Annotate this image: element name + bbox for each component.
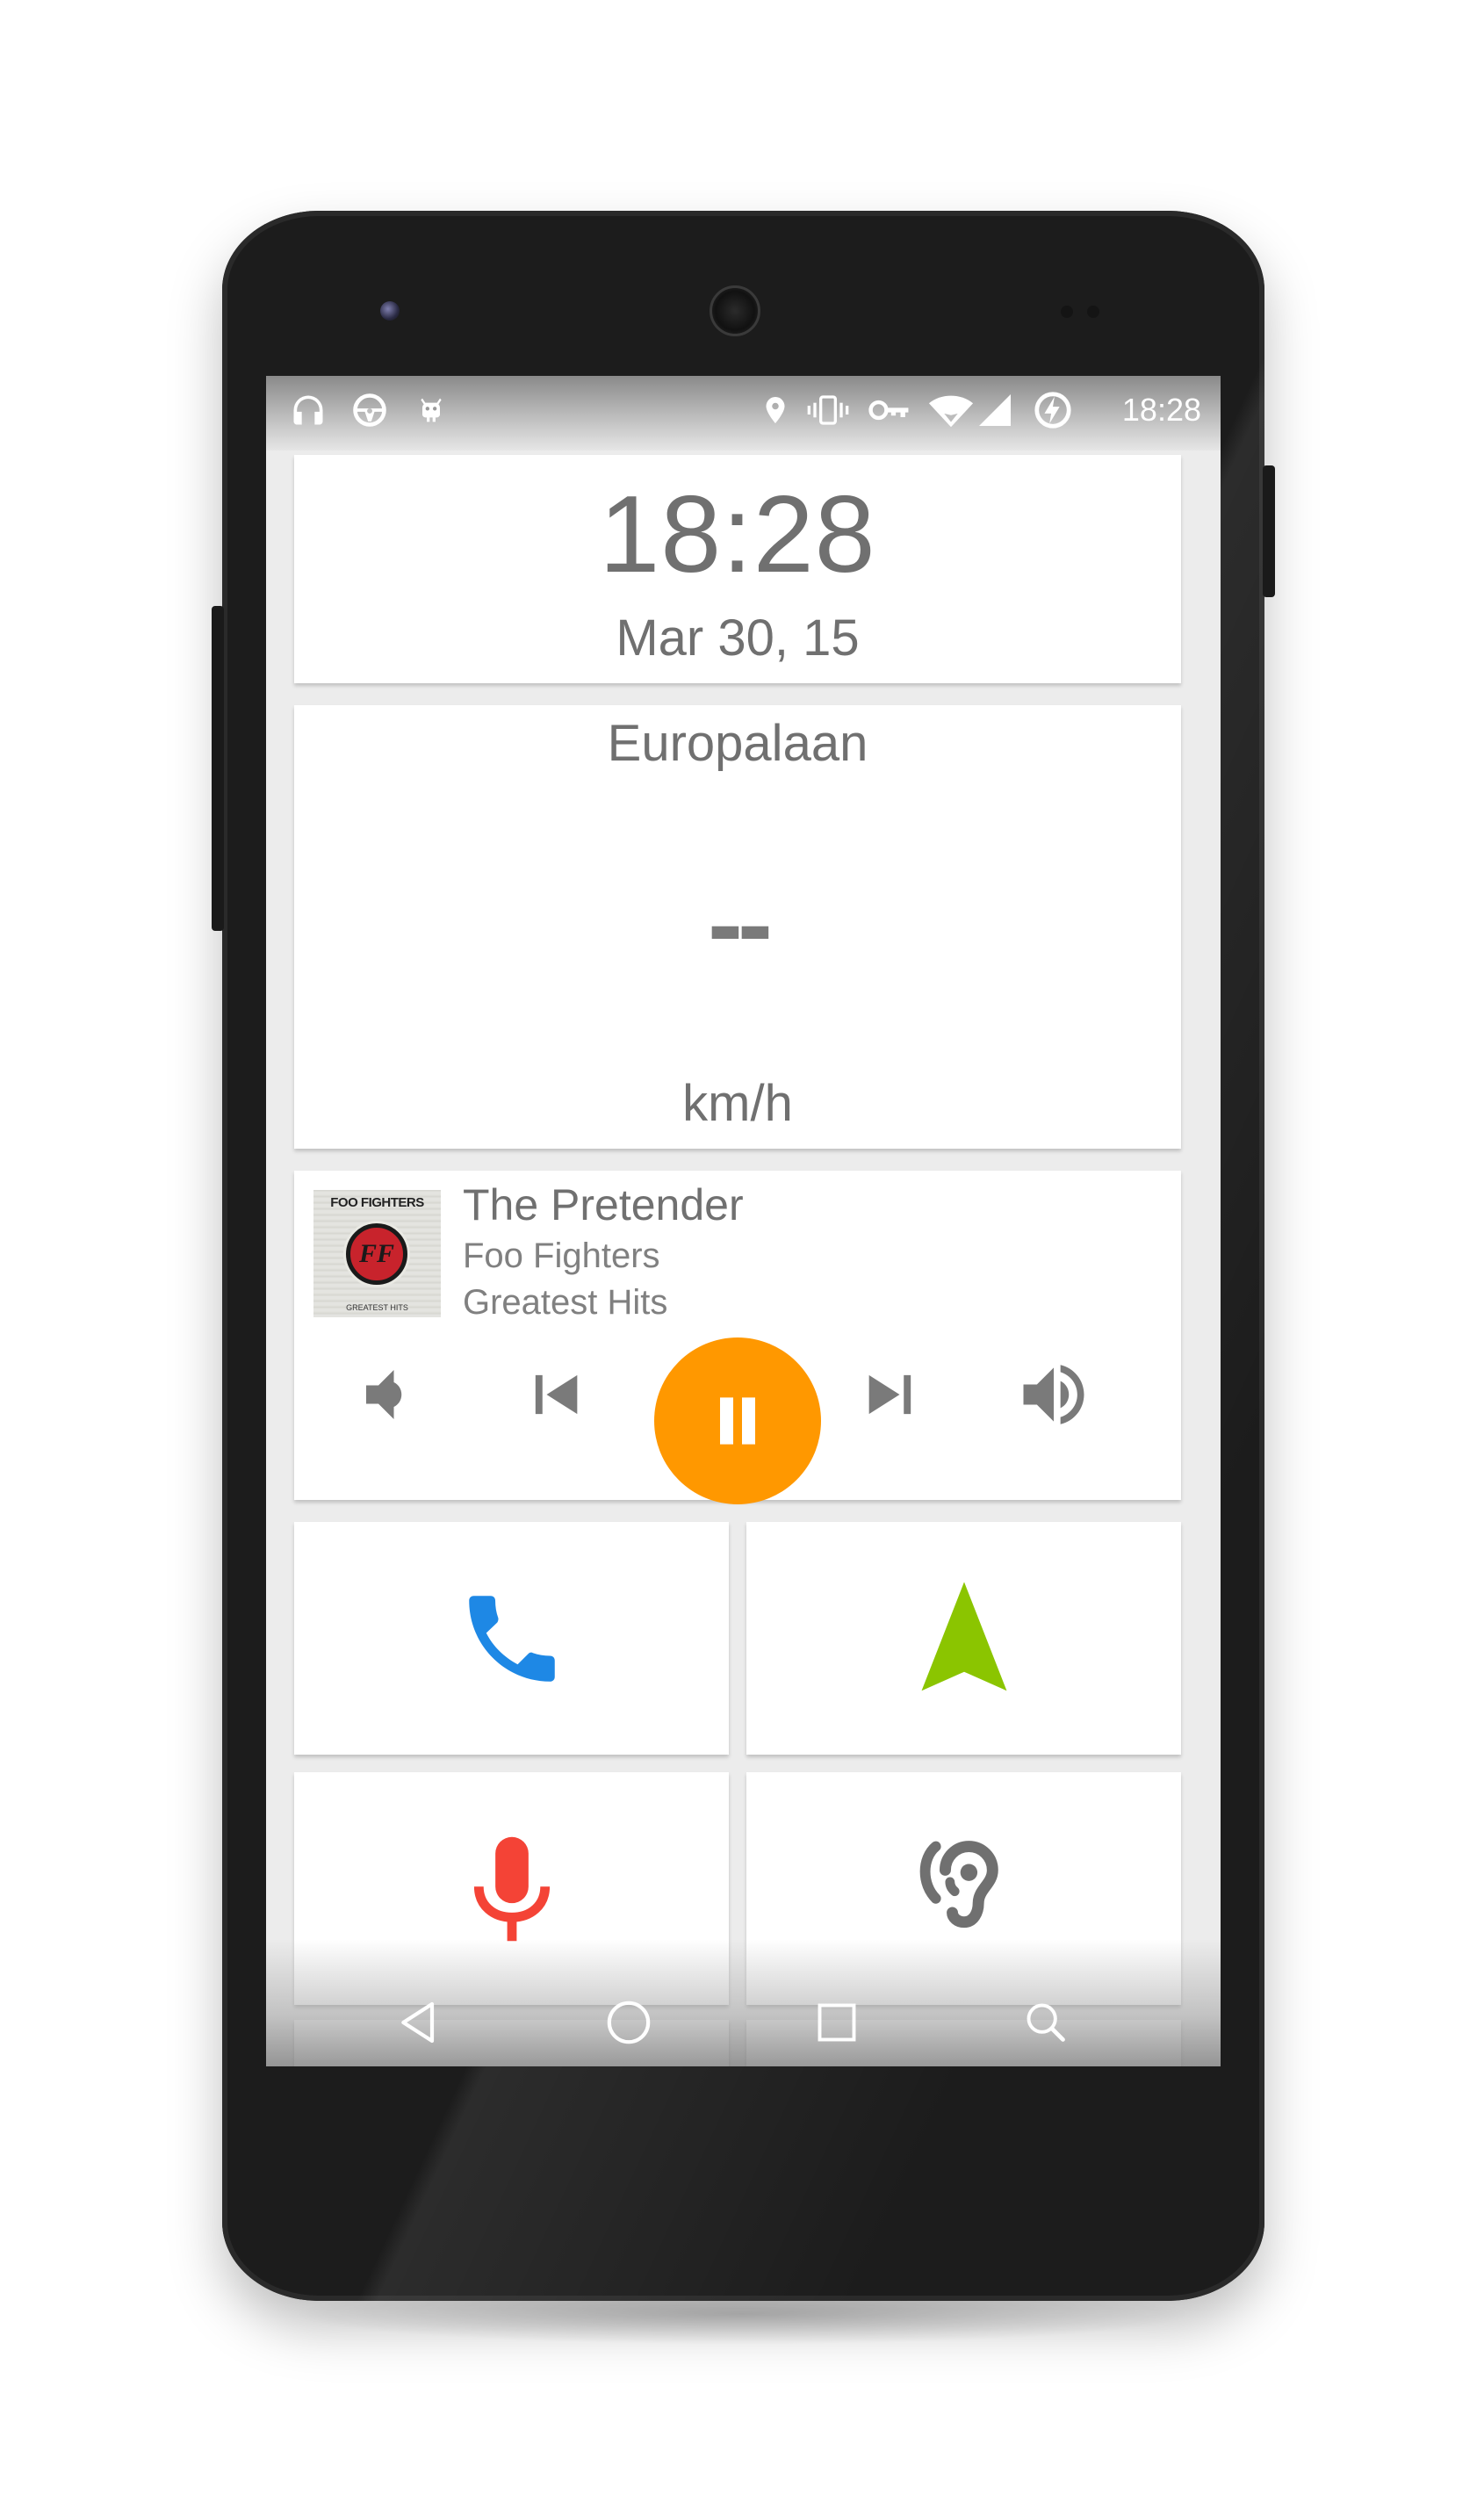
system-navigation-bar [266,1939,1221,2066]
volume-rocker [212,606,224,931]
phone-tile-icon-wrap [294,1522,729,1755]
previous-track-button[interactable] [502,1342,608,1447]
street-name: Europalaan [607,715,868,772]
vpn-key-icon [865,388,914,432]
play-pause-button[interactable] [654,1337,821,1504]
back-button[interactable] [380,1983,459,2062]
recents-button[interactable] [797,1983,876,2062]
phone-tile[interactable] [294,1522,729,1755]
album-art-logo-text: FF [358,1239,395,1268]
battery-charging-icon [1030,388,1076,432]
volume-down-icon [366,1370,402,1419]
clock-date: Mar 30, 15 [616,609,860,667]
home-icon [607,2001,651,2044]
clock-card[interactable]: 18:28 Mar 30, 15 [294,455,1181,683]
light-sensor [1087,306,1099,318]
wifi-icon [926,388,976,432]
vibrate-icon [803,388,853,432]
hearing-icon [919,1840,998,1928]
status-bar: 18:28 [266,376,1221,451]
front-camera [380,301,400,321]
track-album: Greatest Hits [463,1283,668,1322]
volume-up-button[interactable] [1001,1342,1106,1447]
track-artist: Foo Fighters [463,1236,660,1275]
album-art-subtitle: GREATEST HITS [346,1303,408,1312]
search-button[interactable] [1006,1983,1085,2062]
search-icon [1027,2003,1065,2042]
headphones-icon [285,388,331,432]
next-track-button[interactable] [839,1342,944,1447]
album-art[interactable]: FOO FIGHTERS FF GREATEST HITS [313,1190,441,1317]
speed-unit: km/h [682,1075,793,1132]
earpiece-speaker [710,285,760,336]
microphone-icon [473,1836,550,1941]
media-player-card[interactable]: FOO FIGHTERS FF GREATEST HITS The Preten… [294,1171,1181,1504]
speed-value: -- [708,865,773,983]
volume-up-icon [1023,1365,1084,1424]
navigation-tile[interactable] [746,1522,1181,1755]
cell-signal-icon [976,388,1014,432]
back-icon [401,2001,435,2044]
power-button [1263,465,1275,597]
skip-previous-icon [535,1374,578,1415]
navigation-tile-icon-wrap [746,1522,1181,1755]
speedometer-card[interactable]: Europalaan -- km/h [294,705,1181,1149]
recents-icon [818,2003,856,2042]
phone-device: 18:28 18:28 Mar 30, 15 Europalaan -- km/… [212,211,1275,2301]
status-bar-time: 18:28 [1121,392,1201,428]
phone-icon [468,1595,555,1682]
steering-wheel-icon [347,388,393,432]
cyanogen-bugdroid-icon [408,388,454,432]
location-pin-icon [758,388,793,432]
screen: 18:28 18:28 Mar 30, 15 Europalaan -- km/… [266,376,1221,2066]
track-title: The Pretender [463,1180,744,1229]
volume-down-button[interactable] [338,1342,443,1447]
pause-icon [720,1397,755,1445]
album-art-band: FOO FIGHTERS [330,1195,424,1210]
proximity-sensor [1061,306,1073,318]
skip-next-icon [868,1374,911,1415]
clock-time: 18:28 [599,474,876,595]
navigation-arrow-icon [921,1581,1006,1691]
album-art-logo: FF [346,1223,407,1285]
home-button[interactable] [589,1983,668,2062]
